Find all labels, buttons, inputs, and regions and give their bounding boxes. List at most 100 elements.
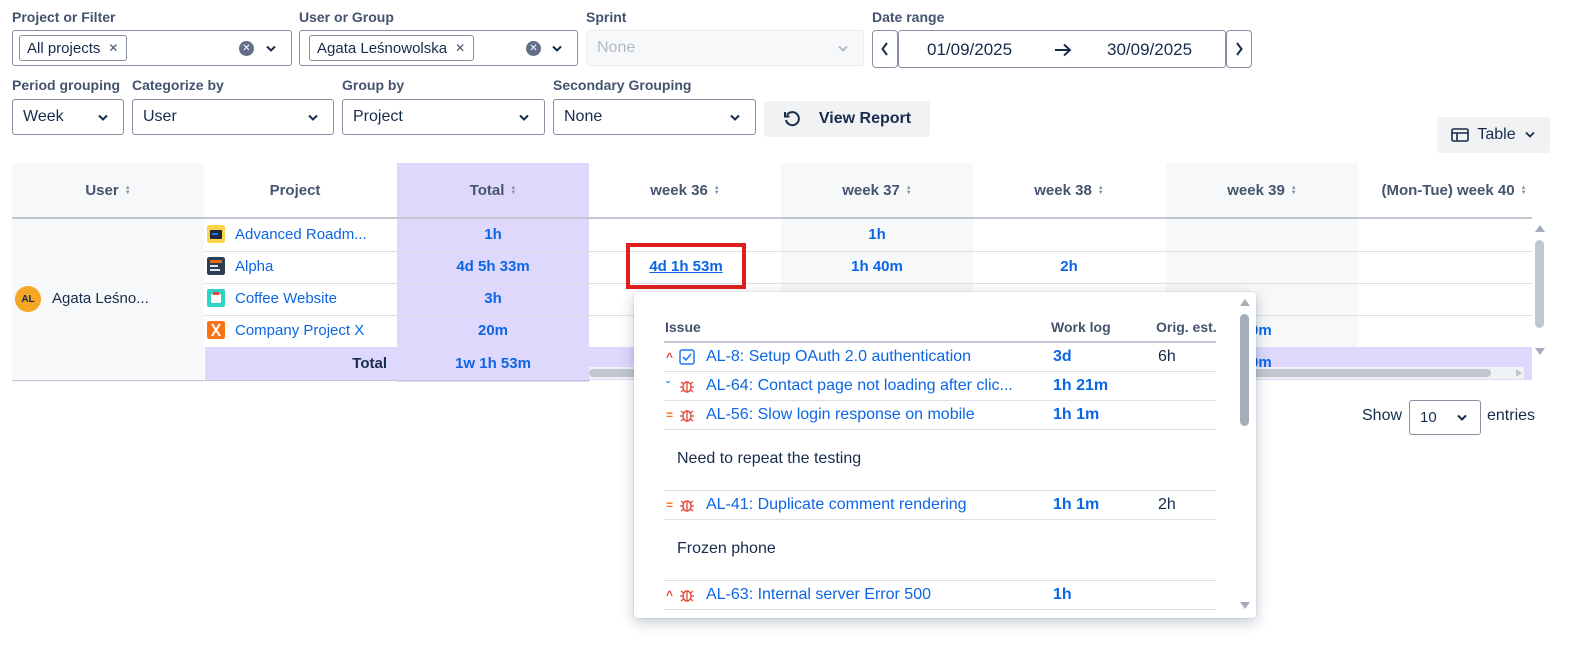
project-avatar-icon (207, 289, 225, 307)
header-week36[interactable]: week 36 ▲ ▼ (589, 163, 781, 218)
popover-header-estimate: Orig. est. (1156, 319, 1217, 335)
sort-icon: ▲ ▼ (510, 184, 517, 196)
issue-link[interactable]: AL-64: Contact page not loading after cl… (706, 377, 1043, 395)
chevron-right-icon (1236, 42, 1243, 56)
table-row: Company Project X (205, 314, 395, 346)
header-week40[interactable]: (Mon-Tue) week 40 ▲ ▼ (1358, 163, 1550, 218)
row-total[interactable]: 4d 5h 33m (397, 250, 589, 282)
worklog-comment: Need to repeat the testing (664, 430, 1216, 491)
user-filter-select[interactable]: Agata Leśnowolska ✕ ✕ (299, 30, 578, 66)
priority-icon: ^ (666, 350, 674, 364)
remove-chip-icon[interactable]: ✕ (455, 41, 465, 55)
task-icon (678, 348, 696, 366)
table-icon (1451, 128, 1470, 142)
remove-chip-icon[interactable]: ✕ (108, 41, 118, 55)
grand-total[interactable]: 1w 1h 53m (397, 347, 589, 380)
group-by-label: Group by (342, 77, 405, 93)
chevron-left-icon (881, 42, 888, 56)
week36-cell-active[interactable]: 4d 1h 53m (626, 250, 746, 282)
issue-link[interactable]: AL-63: Internal server Error 500 (706, 586, 1043, 604)
chevron-down-icon (730, 114, 740, 121)
worklog-value[interactable]: 3d (1053, 348, 1158, 366)
week37-cell[interactable]: 1h 40m (781, 250, 973, 282)
issue-link[interactable]: AL-56: Slow login response on mobile (706, 406, 1043, 424)
bug-icon (678, 377, 696, 395)
row-total[interactable]: 20m (397, 314, 589, 346)
worklog-value[interactable]: 1h (1053, 586, 1158, 604)
scroll-up-icon[interactable] (1240, 298, 1250, 306)
scroll-up-icon[interactable] (1535, 224, 1545, 232)
chevron-down-icon (308, 114, 318, 121)
page-size-select[interactable]: 10 (1409, 400, 1481, 435)
project-link[interactable]: Alpha (235, 258, 273, 275)
secondary-grouping-select[interactable]: None (553, 99, 756, 135)
entries-label: entries (1487, 407, 1536, 424)
priority-icon: = (666, 408, 674, 422)
bug-icon (678, 586, 696, 604)
sort-icon: ▲ ▼ (1520, 184, 1527, 196)
arrow-right-icon (1055, 43, 1072, 57)
chevron-down-icon[interactable] (265, 45, 277, 53)
group-by-select[interactable]: Project (342, 99, 545, 135)
project-link[interactable]: Coffee Website (235, 290, 337, 307)
header-total[interactable]: Total ▲ ▼ (397, 163, 589, 218)
project-link[interactable]: Advanced Roadm... (235, 226, 367, 243)
header-week38[interactable]: week 38 ▲ ▼ (973, 163, 1165, 218)
row-total[interactable]: 3h (397, 282, 589, 314)
period-grouping-label: Period grouping (12, 77, 121, 93)
chevron-down-icon[interactable] (551, 45, 563, 53)
scroll-down-icon[interactable] (1240, 602, 1250, 610)
header-project: Project (269, 182, 321, 199)
project-filter-select[interactable]: All projects ✕ ✕ (12, 30, 292, 66)
header-week39[interactable]: week 39 ▲ ▼ (1166, 163, 1358, 218)
chevron-down-icon (838, 45, 848, 52)
worklog-comment: Frozen phone (664, 520, 1216, 581)
table-row: Advanced Roadm... (205, 218, 395, 250)
scroll-right-icon[interactable] (1515, 369, 1523, 377)
week38-cell[interactable]: 2h (973, 250, 1165, 282)
week37-cell[interactable]: 1h (781, 218, 973, 250)
clear-icon[interactable]: ✕ (239, 41, 254, 56)
bug-icon (678, 496, 696, 514)
row-total[interactable]: 1h (397, 218, 589, 250)
priority-icon: = (666, 498, 674, 512)
popover-header-worklog: Work log (1051, 319, 1111, 335)
estimate-value: 2h (1158, 496, 1176, 513)
table-row: Alpha (205, 250, 395, 282)
chevron-down-icon (98, 114, 108, 121)
prev-period-button[interactable] (872, 30, 898, 68)
issue-link[interactable]: AL-8: Setup OAuth 2.0 authentication (706, 348, 1043, 366)
clear-icon[interactable]: ✕ (526, 41, 541, 56)
bug-icon (678, 406, 696, 424)
project-filter-label: Project or Filter (12, 9, 116, 25)
list-item: ^ AL-8: Setup OAuth 2.0 authentication 3… (664, 343, 1216, 372)
scroll-down-icon[interactable] (1535, 348, 1545, 356)
secondary-grouping-label: Secondary Grouping (553, 77, 692, 93)
header-user[interactable]: User ▲ ▼ (12, 163, 204, 218)
sprint-select[interactable]: None (586, 30, 864, 66)
popover-scroll-thumb[interactable] (1240, 314, 1249, 426)
next-period-button[interactable] (1226, 30, 1252, 68)
date-from[interactable]: 01/09/2025 (927, 40, 1012, 60)
date-range-input[interactable]: 01/09/2025 30/09/2025 (898, 30, 1226, 68)
view-report-button[interactable]: View Report (764, 101, 930, 137)
worklog-value[interactable]: 1h 21m (1053, 377, 1158, 395)
week39-total[interactable]: 0m (1250, 347, 1290, 369)
week39-cell[interactable]: 0m (1250, 314, 1290, 346)
vertical-scrollbar[interactable] (1532, 222, 1548, 362)
project-link[interactable]: Company Project X (235, 322, 364, 339)
table-bottom-divider (12, 380, 590, 381)
period-grouping-select[interactable]: Week (12, 99, 124, 135)
sort-icon: ▲ ▼ (713, 184, 720, 196)
date-to[interactable]: 30/09/2025 (1107, 40, 1192, 60)
header-week37[interactable]: week 37 ▲ ▼ (781, 163, 973, 218)
worklog-value[interactable]: 1h 1m (1053, 406, 1158, 424)
categorize-by-select[interactable]: User (132, 99, 334, 135)
worklog-value[interactable]: 1h 1m (1053, 496, 1158, 514)
issue-link[interactable]: AL-41: Duplicate comment rendering (706, 496, 1043, 514)
estimate-value: 6h (1158, 348, 1176, 365)
view-mode-button[interactable]: Table (1437, 117, 1550, 153)
popover-scrollbar[interactable] (1237, 296, 1253, 614)
date-range-label: Date range (872, 9, 945, 25)
vertical-scroll-thumb[interactable] (1535, 240, 1544, 328)
